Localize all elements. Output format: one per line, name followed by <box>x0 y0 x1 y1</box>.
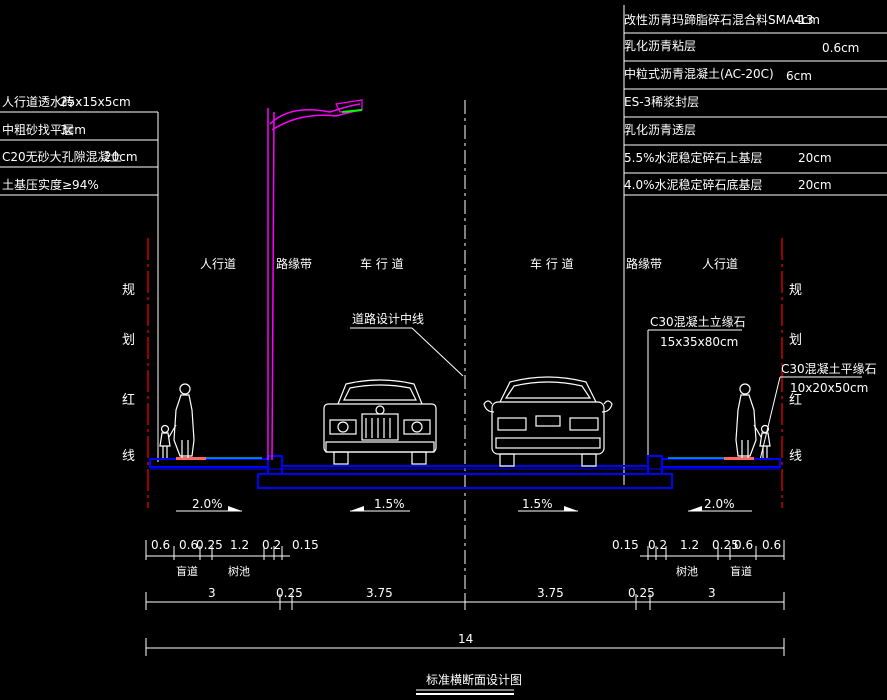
dimension-row-main: 3 0.25 3.75 3.75 0.25 3 <box>145 586 785 610</box>
right-layer-thickness: 4cm <box>794 13 820 27</box>
label-tree-pool: 树池 <box>228 564 250 578</box>
svg-text:15x35x80cm: 15x35x80cm <box>660 335 738 349</box>
svg-text:1.5%: 1.5% <box>522 497 553 511</box>
slope-sidewalk-right: 2.0% <box>688 497 752 512</box>
right-layer-table: 改性沥青玛蹄脂碎石混合料SMA-13 4cm 乳化沥青粘层 0.6cm 中粒式沥… <box>623 5 887 485</box>
right-layer-name: 改性沥青玛蹄脂碎石混合料SMA-13 <box>624 12 814 27</box>
svg-text:3.75: 3.75 <box>366 586 393 600</box>
right-layer-name: ES-3稀浆封层 <box>624 94 699 109</box>
svg-text:1.2: 1.2 <box>680 538 699 552</box>
slope-sidewalk-left: 2.0% <box>176 497 242 512</box>
slope-lane-right: 1.5% <box>518 497 578 512</box>
svg-text:线: 线 <box>789 449 802 464</box>
zone-sidewalk-right: 人行道 <box>702 257 738 271</box>
right-layer-thickness: 20cm <box>798 151 832 165</box>
car-front-icon <box>323 379 437 465</box>
svg-text:标准横断面设计图: 标准横断面设计图 <box>426 672 522 687</box>
svg-text:1.2: 1.2 <box>230 538 249 552</box>
left-layer-thickness: 20cm <box>104 150 138 164</box>
svg-text:0.6: 0.6 <box>762 538 781 552</box>
zone-sidewalk-left: 人行道 <box>200 257 236 271</box>
zone-carriageway-right: 车 行 道 <box>530 256 574 271</box>
centerline-callout: 道路设计中线 <box>350 311 464 377</box>
svg-text:规: 规 <box>789 283 802 298</box>
right-layer-name: 乳化沥青粘层 <box>624 38 696 53</box>
red-line-label-left: 规 划 红 线 <box>122 283 135 464</box>
zone-curb-belt-left: 路缘带 <box>276 256 312 271</box>
svg-text:0.25: 0.25 <box>276 586 303 600</box>
svg-text:红: 红 <box>122 392 135 408</box>
svg-text:0.2: 0.2 <box>648 538 667 552</box>
pedestrian-icon <box>735 383 771 458</box>
svg-text:0.25: 0.25 <box>628 586 655 600</box>
cross-section-drawing: 改性沥青玛蹄脂碎石混合料SMA-13 4cm 乳化沥青粘层 0.6cm 中粒式沥… <box>0 5 887 695</box>
svg-text:C30混凝土平缘石: C30混凝土平缘石 <box>781 361 877 376</box>
svg-text:1.5%: 1.5% <box>374 497 405 511</box>
svg-text:0.15: 0.15 <box>292 538 319 552</box>
svg-text:道路设计中线: 道路设计中线 <box>352 311 424 326</box>
zone-curb-belt-right: 路缘带 <box>626 256 662 271</box>
svg-text:3: 3 <box>208 586 216 600</box>
svg-text:划: 划 <box>789 333 802 348</box>
slope-lane-left: 1.5% <box>350 497 410 512</box>
svg-text:线: 线 <box>122 449 135 464</box>
svg-text:10x20x50cm: 10x20x50cm <box>790 381 868 395</box>
svg-text:0.25: 0.25 <box>196 538 223 552</box>
right-layer-name: 4.0%水泥稳定碎石底基层 <box>624 177 763 192</box>
svg-text:0.15: 0.15 <box>612 538 639 552</box>
svg-text:划: 划 <box>122 333 135 348</box>
svg-text:3: 3 <box>708 586 716 600</box>
curb-upright-callout: C30混凝土立缘石 15x35x80cm <box>647 314 746 460</box>
label-blind-path: 盲道 <box>176 564 198 578</box>
right-layer-thickness: 20cm <box>798 178 832 192</box>
right-layer-name: 乳化沥青透层 <box>624 123 696 137</box>
right-layer-thickness: 0.6cm <box>822 41 859 55</box>
svg-text:0.2: 0.2 <box>262 538 281 552</box>
left-layer-thickness: 25x15x5cm <box>60 95 131 109</box>
svg-text:C30混凝土立缘石: C30混凝土立缘石 <box>650 314 746 329</box>
right-layer-name: 中粒式沥青混凝土(AC-20C) <box>624 66 774 81</box>
right-layer-name: 5.5%水泥稳定碎石上基层 <box>624 150 763 165</box>
svg-text:3.75: 3.75 <box>537 586 564 600</box>
drawing-title: 标准横断面设计图 <box>416 672 522 695</box>
left-layer-thickness: 3cm <box>60 123 86 137</box>
svg-text:2.0%: 2.0% <box>704 497 735 511</box>
pedestrian-icon <box>159 383 195 458</box>
label-tree-pool: 树池 <box>676 564 698 578</box>
right-layer-thickness: 6cm <box>786 69 812 83</box>
svg-text:2.0%: 2.0% <box>192 497 223 511</box>
label-blind-path: 盲道 <box>730 564 752 578</box>
svg-text:0.6: 0.6 <box>734 538 753 552</box>
zone-carriageway-left: 车 行 道 <box>360 256 404 271</box>
curb-flat-callout: C30混凝土平缘石 10x20x50cm <box>759 361 877 461</box>
street-lamp-icon <box>267 99 363 461</box>
svg-text:规: 规 <box>122 283 135 298</box>
svg-text:14: 14 <box>458 632 473 646</box>
dimension-total: 14 <box>145 632 785 656</box>
svg-text:0.6: 0.6 <box>151 538 170 552</box>
left-layer-name: 土基压实度≥94% <box>2 177 99 192</box>
car-front-icon <box>483 376 613 467</box>
